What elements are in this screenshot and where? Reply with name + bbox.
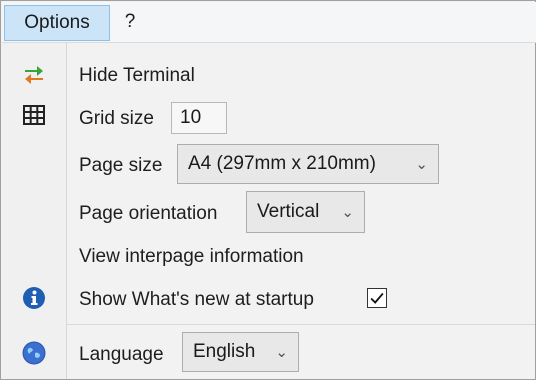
language-label: Language: [79, 344, 164, 365]
globe-icon[interactable]: [22, 341, 46, 365]
options-panel: Options ? Hide Terminal Grid size 10 Pag…: [0, 0, 536, 380]
grid-icon[interactable]: [22, 103, 46, 127]
page-orientation-label: Page orientation: [79, 203, 218, 224]
icon-column: [2, 43, 67, 379]
grid-size-label: Grid size: [79, 108, 154, 129]
show-whats-new-checkbox[interactable]: [367, 288, 387, 308]
menu-bar: Options ?: [2, 2, 536, 43]
grid-size-input[interactable]: 10: [171, 102, 227, 134]
checkmark-icon: [370, 292, 384, 304]
page-size-select[interactable]: A4 (297mm x 210mm) ⌄: [177, 144, 439, 184]
menu-options[interactable]: Options: [4, 5, 110, 41]
page-orientation-select[interactable]: Vertical ⌄: [246, 191, 365, 233]
chevron-down-icon: ⌄: [415, 156, 428, 173]
chevron-down-icon: ⌄: [341, 204, 354, 221]
show-whats-new-label: Show What's new at startup: [79, 289, 314, 310]
hide-terminal-option[interactable]: Hide Terminal: [79, 65, 195, 87]
language-select[interactable]: English ⌄: [182, 332, 299, 372]
view-interpage-option[interactable]: View interpage information: [79, 246, 304, 268]
divider: [67, 324, 535, 325]
swap-arrows-icon[interactable]: [22, 62, 46, 86]
page-size-label: Page size: [79, 155, 163, 176]
page-orientation-value: Vertical: [257, 201, 320, 222]
chevron-down-icon: ⌄: [275, 344, 288, 361]
info-icon[interactable]: [22, 286, 46, 310]
page-size-value: A4 (297mm x 210mm): [188, 153, 376, 174]
language-value: English: [193, 341, 256, 362]
menu-help[interactable]: ?: [120, 5, 140, 39]
